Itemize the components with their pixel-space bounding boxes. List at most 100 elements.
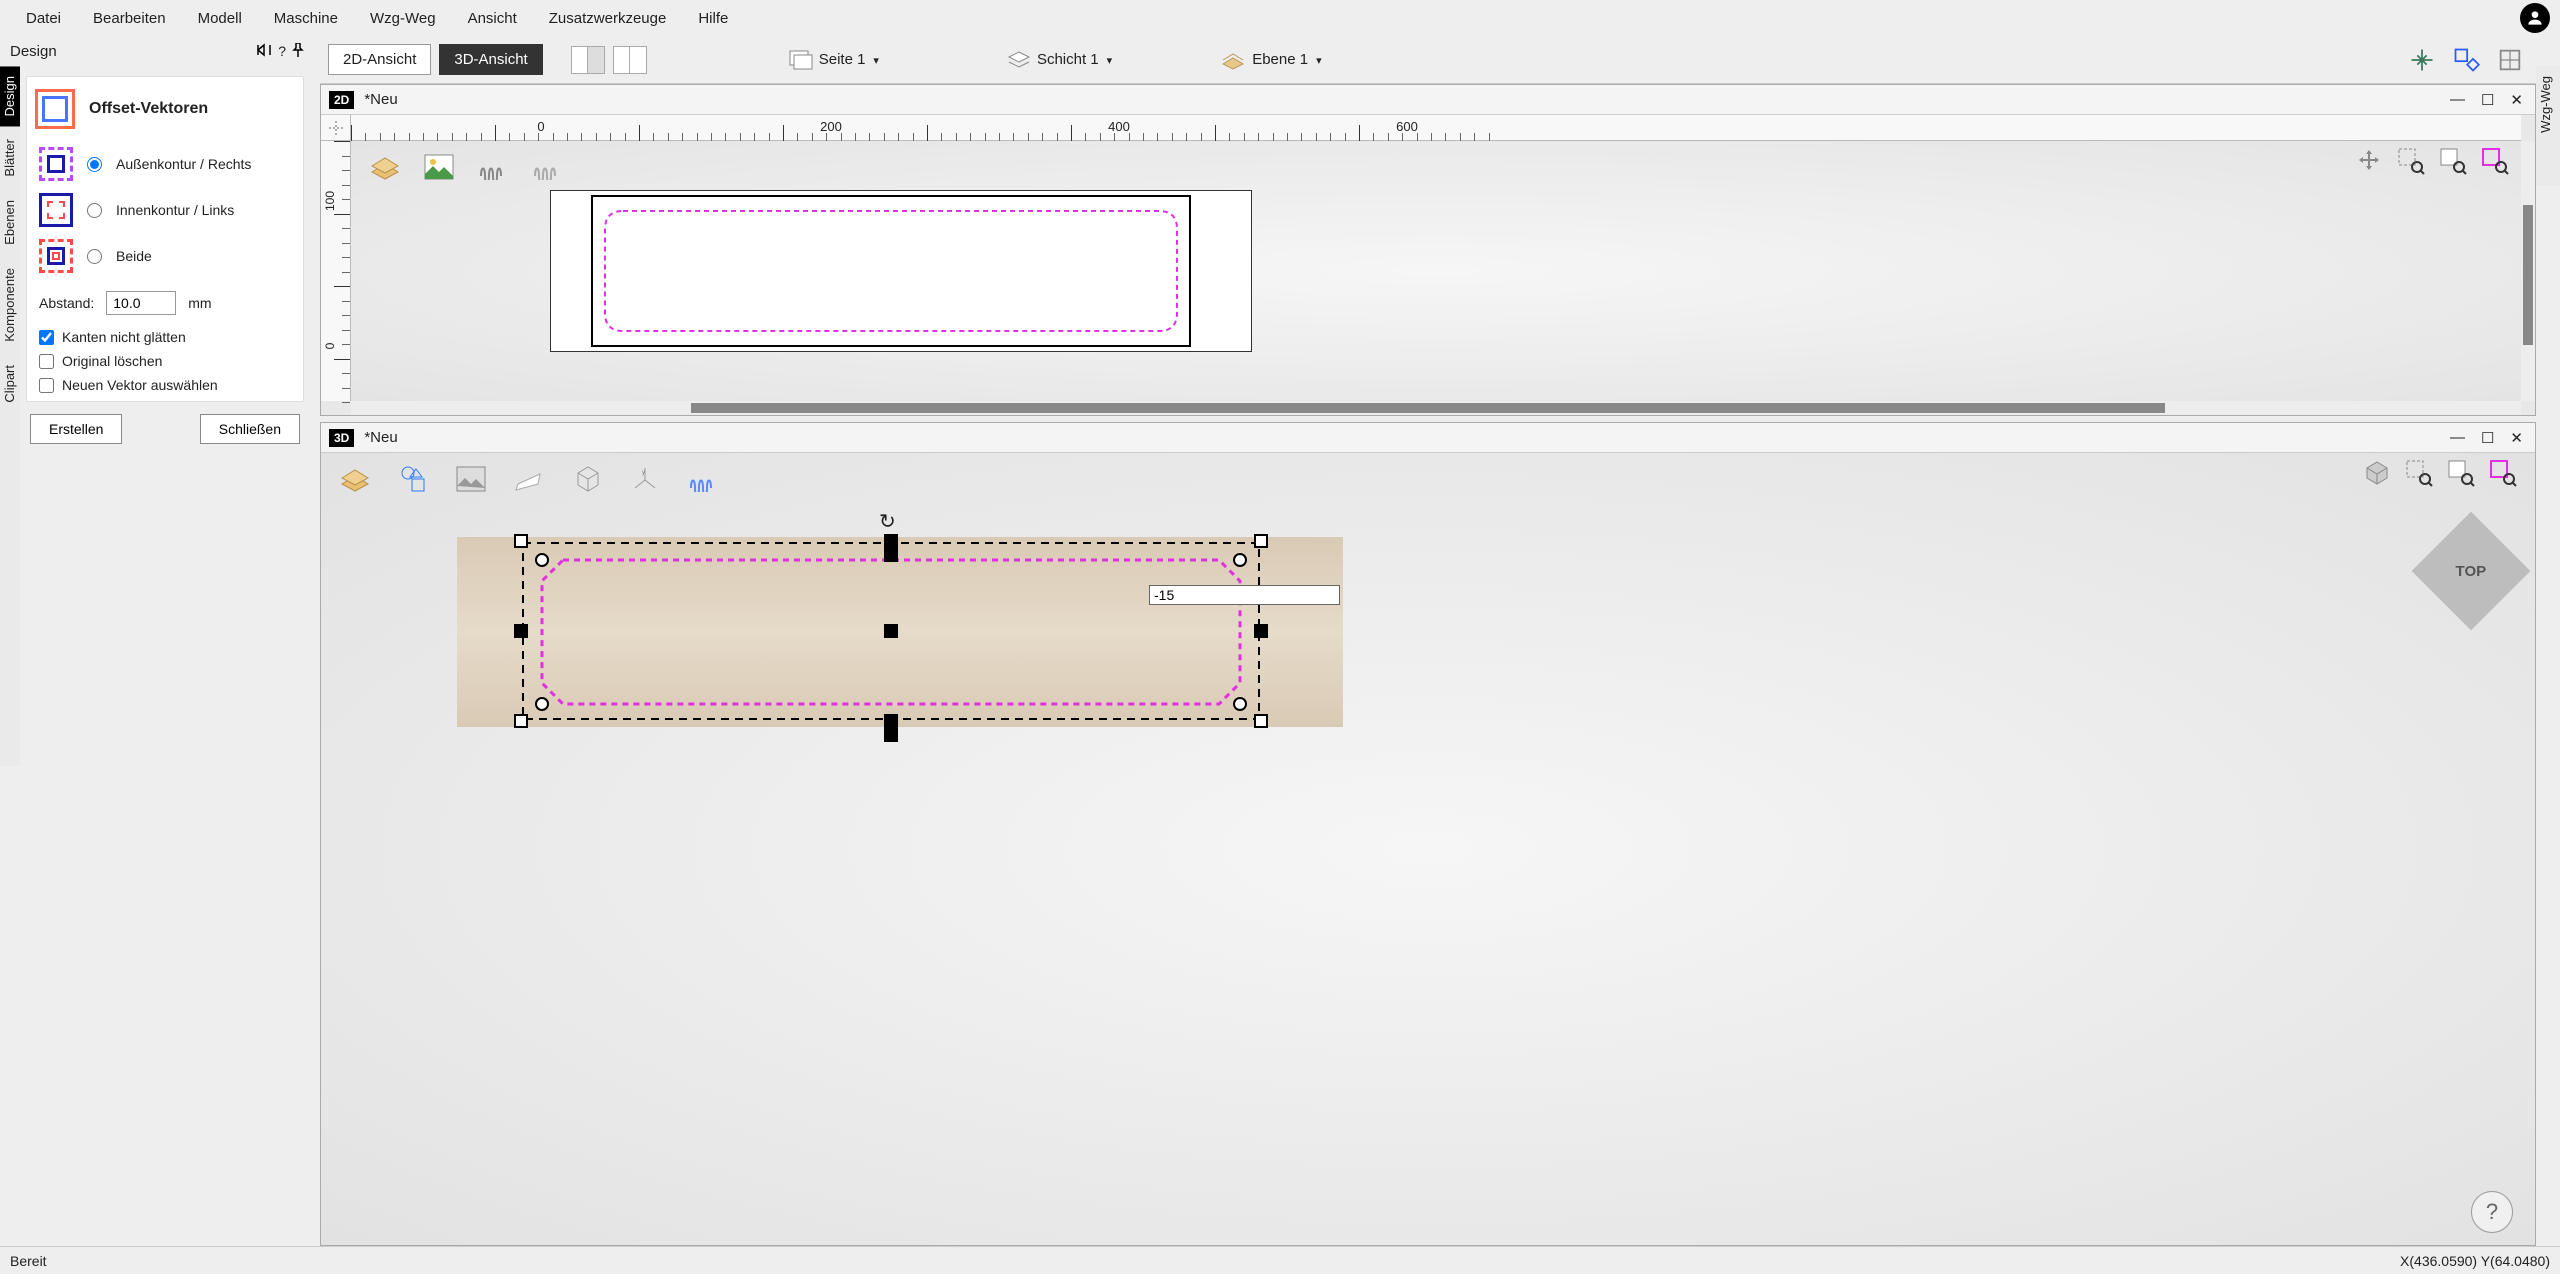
check-delete[interactable] <box>39 354 54 369</box>
menu-bearbeiten[interactable]: Bearbeiten <box>77 4 182 33</box>
menu-hilfe[interactable]: Hilfe <box>682 4 744 33</box>
zoom-selected3d-icon[interactable] <box>2489 459 2517 490</box>
vp2d-vscroll-thumb[interactable] <box>2523 205 2533 345</box>
vp3d-maximize-icon[interactable]: ☐ <box>2477 429 2498 447</box>
handle-mr[interactable] <box>1254 624 1268 638</box>
ruler-origin-icon[interactable] <box>321 115 351 141</box>
statusbar: Bereit X(436.0590) Y(64.0480) <box>0 1246 2560 1274</box>
user-avatar-icon[interactable] <box>2520 3 2550 33</box>
close-button[interactable]: Schließen <box>200 414 300 444</box>
handle-rot-tl[interactable] <box>535 553 549 567</box>
check-select-new-label: Neuen Vektor auswählen <box>62 377 218 393</box>
tab-wzgweg[interactable]: Wzg-Weg <box>2536 66 2560 143</box>
menu-ansicht[interactable]: Ansicht <box>452 4 533 33</box>
canvas-3d[interactable]: y <box>321 453 2535 1245</box>
snap-grid-icon[interactable] <box>2492 44 2528 76</box>
handle-bl[interactable] <box>514 714 528 728</box>
check-select-new[interactable] <box>39 378 54 393</box>
offset-value-input[interactable] <box>1149 585 1340 605</box>
toolpath-preview2-icon[interactable] <box>527 147 567 187</box>
material3d-icon[interactable] <box>335 459 375 499</box>
toolpath-preview-icon[interactable] <box>473 147 513 187</box>
tab-komponente[interactable]: Komponente <box>0 258 20 352</box>
vp2d-maximize-icon[interactable]: ☐ <box>2477 91 2498 109</box>
ruler-v-0: 0 <box>323 343 337 350</box>
tab-3d-view[interactable]: 3D-Ansicht <box>439 44 542 75</box>
zoom-selected-icon[interactable] <box>2481 147 2509 178</box>
material-icon[interactable] <box>365 147 405 187</box>
handle-tm[interactable] <box>884 534 898 548</box>
ruler-horizontal[interactable]: 0 200 400 600 <box>351 115 2521 141</box>
handle-ml[interactable] <box>514 624 528 638</box>
check-smooth[interactable] <box>39 330 54 345</box>
menu-wzgweg[interactable]: Wzg-Weg <box>354 4 452 33</box>
pin-icon[interactable] <box>292 43 304 60</box>
axes-icon[interactable]: y <box>625 459 665 499</box>
distance-unit: mm <box>188 295 211 311</box>
zoom-window3d-icon[interactable] <box>2405 459 2433 490</box>
help-icon[interactable]: ? <box>278 43 286 59</box>
handle-tr[interactable] <box>1254 534 1268 548</box>
image-icon[interactable] <box>419 147 459 187</box>
handle-rot-tr[interactable] <box>1233 553 1247 567</box>
canvas-2d[interactable] <box>351 141 2521 401</box>
toolpath3d-icon[interactable] <box>683 459 723 499</box>
create-button[interactable]: Erstellen <box>30 414 122 444</box>
right-tab-strip: Wzg-Weg <box>2536 66 2560 186</box>
rotate-icon[interactable]: ↻ <box>879 509 896 534</box>
vp2d-hscroll-thumb[interactable] <box>691 403 2165 413</box>
shapes-icon[interactable] <box>393 459 433 499</box>
ebene-dropdown[interactable]: Ebene 1 <box>1214 46 1327 74</box>
zoom-window-icon[interactable] <box>2397 147 2425 178</box>
radio-inner[interactable] <box>87 203 102 218</box>
zoom-fit-icon[interactable] <box>2439 147 2467 178</box>
offset-vector-2d <box>603 209 1179 333</box>
schicht-dropdown[interactable]: Schicht 1 <box>1001 46 1118 74</box>
main-toolbar: 2D-Ansicht 3D-Ansicht Seite 1 Schicht 1 … <box>320 36 2536 84</box>
menu-modell[interactable]: Modell <box>182 4 258 33</box>
layout-split-h-icon[interactable] <box>571 46 605 74</box>
pan-icon[interactable] <box>2355 147 2383 178</box>
menu-datei[interactable]: Datei <box>10 4 77 33</box>
tab-ebenen[interactable]: Ebenen <box>0 190 20 255</box>
handle-bm2[interactable] <box>884 728 898 742</box>
handle-br[interactable] <box>1254 714 1268 728</box>
tab-design[interactable]: Design <box>0 66 20 126</box>
plane-icon[interactable] <box>509 459 549 499</box>
ruler-vertical[interactable]: 100 0 <box>321 141 351 401</box>
menu-maschine[interactable]: Maschine <box>258 4 354 33</box>
zoom-fit3d-icon[interactable] <box>2447 459 2475 490</box>
vp3d-title: *Neu <box>364 429 397 446</box>
snap-shape-icon[interactable] <box>2448 44 2484 76</box>
distance-input[interactable] <box>106 291 176 315</box>
menu-zusatz[interactable]: Zusatzwerkzeuge <box>533 4 683 33</box>
tab-2d-view[interactable]: 2D-Ansicht <box>328 44 431 75</box>
handle-center[interactable] <box>884 624 898 638</box>
panel-title: Offset-Vektoren <box>89 100 208 118</box>
handle-rot-br[interactable] <box>1233 697 1247 711</box>
seite-dropdown[interactable]: Seite 1 <box>783 46 885 74</box>
handle-bm[interactable] <box>884 714 898 728</box>
radio-outer[interactable] <box>87 157 102 172</box>
wireframe-icon[interactable] <box>567 459 607 499</box>
snap-center-icon[interactable] <box>2404 44 2440 76</box>
help-button[interactable]: ? <box>2471 1191 2513 1233</box>
vp2d-minimize-icon[interactable]: — <box>2446 91 2469 109</box>
radio-both[interactable] <box>87 249 102 264</box>
handle-tl[interactable] <box>514 534 528 548</box>
vp3d-close-icon[interactable]: ✕ <box>2506 429 2527 447</box>
handle-tm2[interactable] <box>884 548 898 562</box>
handle-rot-bl[interactable] <box>535 697 549 711</box>
vp3d-minimize-icon[interactable]: — <box>2446 429 2469 447</box>
view-cube-top[interactable]: TOP <box>2412 512 2531 631</box>
vp2d-close-icon[interactable]: ✕ <box>2506 91 2527 109</box>
offset-vectors-panel: Offset-Vektoren Außenkontur / Rechts Inn… <box>26 76 304 402</box>
tab-blaetter[interactable]: Blätter <box>0 129 20 187</box>
layout-split-v-icon[interactable] <box>613 46 647 74</box>
menubar: Datei Bearbeiten Modell Maschine Wzg-Weg… <box>0 0 2560 36</box>
image3d-icon[interactable] <box>451 459 491 499</box>
iso-view-icon[interactable] <box>2363 459 2391 490</box>
distance-label: Abstand: <box>39 295 94 311</box>
tab-clipart[interactable]: Clipart <box>0 355 20 413</box>
collapse-icon[interactable] <box>256 43 272 60</box>
